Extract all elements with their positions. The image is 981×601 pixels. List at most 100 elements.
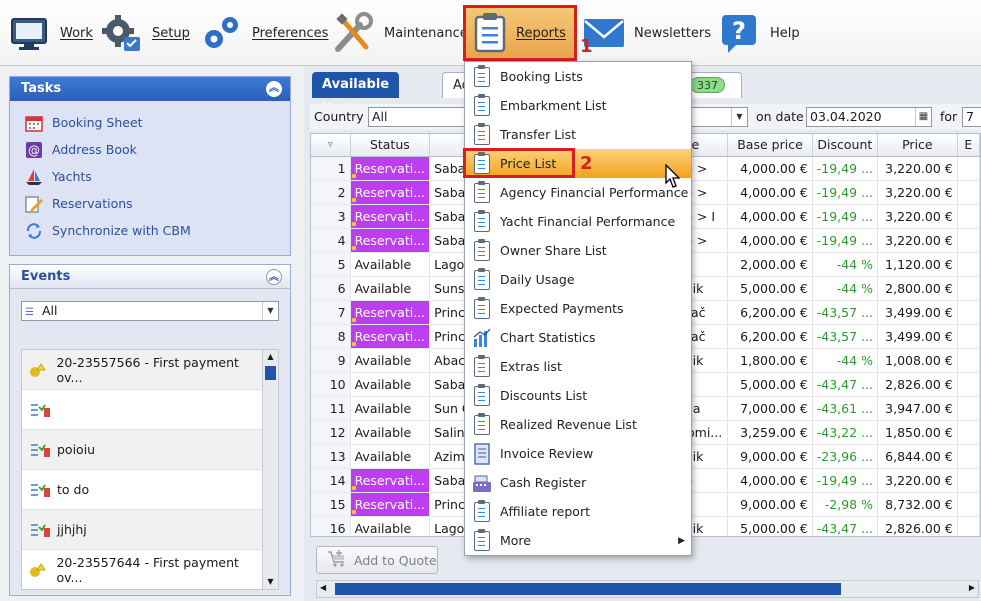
menu-item-expected-payments[interactable]: Expected Payments — [465, 294, 691, 323]
menu-item-label: Yacht Financial Performance — [500, 214, 676, 229]
column-header-extra[interactable]: E — [957, 134, 980, 157]
scroll-left-icon[interactable]: ◀ — [320, 583, 326, 592]
toolbar-work[interactable]: Work — [8, 6, 93, 60]
menu-item-realized-revenue-list[interactable]: Realized Revenue List — [465, 410, 691, 439]
task-check-icon — [29, 481, 53, 499]
task-address-book[interactable]: @ Address Book — [10, 136, 290, 163]
chevron-down-icon[interactable]: ▼ — [731, 108, 747, 126]
menu-item-label: Extras list — [500, 359, 562, 374]
toolbar-preferences[interactable]: Preferences — [200, 6, 328, 60]
task-booking-sheet[interactable]: Booking Sheet — [10, 109, 290, 136]
list-item[interactable]: poioiu — [22, 430, 264, 470]
mouse-cursor-icon — [665, 164, 681, 188]
calendar-picker-icon[interactable]: ▦ — [915, 108, 931, 126]
status-cell: Available — [350, 372, 431, 397]
menu-item-yacht-financial-performance[interactable]: Yacht Financial Performance — [465, 207, 691, 236]
menu-item-owner-share-list[interactable]: Owner Share List — [465, 236, 691, 265]
menu-item-invoice-review[interactable]: Invoice Review — [465, 439, 691, 468]
status-cell: Reservati... — [350, 228, 431, 253]
base-price-cell: 1,800.00 € — [727, 348, 813, 373]
task-reservations[interactable]: Reservations — [10, 190, 290, 217]
list-item[interactable]: 20-23557644 - First payment ov... — [22, 550, 264, 589]
row-number-cell: 7 — [311, 300, 351, 325]
task-label: Synchronize with CBM — [52, 223, 191, 238]
extra-cell — [957, 228, 980, 253]
menu-item-affiliate-report[interactable]: Affiliate report — [465, 497, 691, 526]
menu-item-transfer-list[interactable]: Transfer List — [465, 120, 691, 149]
menu-item-label: Booking Lists — [500, 69, 583, 84]
add-to-quote-button[interactable]: Add to Quote — [316, 546, 438, 574]
column-header-discount[interactable]: Discount — [812, 134, 878, 157]
menu-item-extras-list[interactable]: Extras list — [465, 352, 691, 381]
column-header-base-price[interactable]: Base price — [727, 134, 813, 157]
reports-menu: Booking Lists Embarkment List Transfer Lis… — [464, 61, 692, 556]
chevron-down-icon[interactable]: ▼ — [262, 302, 278, 320]
at-icon: @ — [24, 140, 44, 160]
base-price-cell: 6,200.00 € — [727, 300, 813, 325]
task-label: Reservations — [52, 196, 133, 211]
discount-cell: -19,49 ... — [812, 204, 878, 229]
menu-item-cash-register[interactable]: Cash Register — [465, 468, 691, 497]
scroll-thumb[interactable] — [265, 366, 276, 380]
base-price-cell: 5,000.00 € — [727, 516, 813, 536]
menu-item-booking-lists[interactable]: Booking Lists — [465, 62, 691, 91]
tasks-title: Tasks — [21, 81, 62, 96]
menu-item-label: Chart Statistics — [500, 330, 596, 345]
events-filter-value: All — [42, 303, 58, 318]
toolbar-newsletters[interactable]: Newsletters — [582, 6, 711, 60]
scroll-right-icon[interactable]: ▶ — [969, 583, 975, 592]
status-cell: Reservati... — [350, 492, 431, 517]
menu-item-label: Invoice Review — [500, 446, 594, 461]
events-title: Events — [21, 269, 71, 284]
grid-horizontal-scrollbar[interactable]: ◀ ▶ — [316, 580, 979, 598]
menu-item-agency-financial-performance[interactable]: Agency Financial Performance — [465, 178, 691, 207]
base-price-cell: 5,000.00 € — [727, 276, 813, 301]
base-price-cell: 3,259.00 € — [727, 420, 813, 445]
row-number-cell: 8 — [311, 324, 351, 349]
toolbar-newsletters-label: Newsletters — [634, 25, 712, 41]
toolbar-setup[interactable]: Setup — [100, 6, 190, 60]
cart-icon — [327, 549, 347, 571]
task-synchronize-cbm[interactable]: Synchronize with CBM — [10, 217, 290, 244]
date-input[interactable]: 03.04.2020 ▦ — [806, 107, 932, 127]
bar-chart-icon — [472, 327, 492, 349]
status-cell: Available — [350, 516, 431, 536]
menu-item-label: Owner Share List — [500, 243, 607, 258]
sort-icon[interactable]: ▿ — [311, 134, 351, 157]
events-filter-select[interactable]: ☰ All ▼ — [21, 301, 279, 321]
extra-cell — [957, 276, 980, 301]
scroll-down-icon[interactable]: ▼ — [263, 575, 278, 589]
task-check-icon — [29, 521, 53, 539]
toolbar-help-label: Help — [770, 25, 800, 41]
menu-item-more[interactable]: More ▶ — [465, 526, 691, 555]
menu-item-embarkment-list[interactable]: Embarkment List — [465, 91, 691, 120]
sync-icon — [24, 221, 44, 241]
list-item[interactable]: jjhjhj — [22, 510, 264, 550]
event-text: to do — [57, 482, 90, 497]
task-check-icon — [29, 441, 53, 459]
column-header-price[interactable]: Price — [877, 134, 958, 157]
extra-cell — [957, 204, 980, 229]
column-header-status[interactable]: Status — [350, 134, 431, 157]
discount-cell: -44 % — [812, 348, 878, 373]
tab-available-yachts[interactable]: Available Yachts — [312, 72, 400, 117]
scroll-thumb[interactable] — [335, 583, 841, 595]
list-item[interactable]: to do — [22, 470, 264, 510]
toolbar-help[interactable]: ? Help — [718, 6, 800, 60]
duration-input[interactable]: 7 — [962, 107, 981, 127]
list-item[interactable]: 20-23557566 - First payment ov... — [22, 350, 264, 390]
toolbar-maintenance[interactable]: Maintenance — [332, 6, 468, 60]
menu-item-discounts-list[interactable]: Discounts List — [465, 381, 691, 410]
clipboard-icon — [472, 180, 492, 204]
base-price-cell: 4,000.00 € — [727, 156, 813, 181]
task-yachts[interactable]: Yachts — [10, 163, 290, 190]
menu-item-label: Expected Payments — [500, 301, 624, 316]
menu-item-chart-statistics[interactable]: Chart Statistics — [465, 323, 691, 352]
collapse-icon[interactable]: ︽ — [266, 269, 282, 285]
menu-item-daily-usage[interactable]: Daily Usage — [465, 265, 691, 294]
events-scrollbar[interactable]: ▲ ▼ — [262, 350, 278, 589]
list-item[interactable] — [22, 390, 264, 430]
scroll-up-icon[interactable]: ▲ — [263, 350, 278, 364]
collapse-icon[interactable]: ︽ — [266, 81, 282, 97]
task-check-icon — [29, 401, 53, 419]
